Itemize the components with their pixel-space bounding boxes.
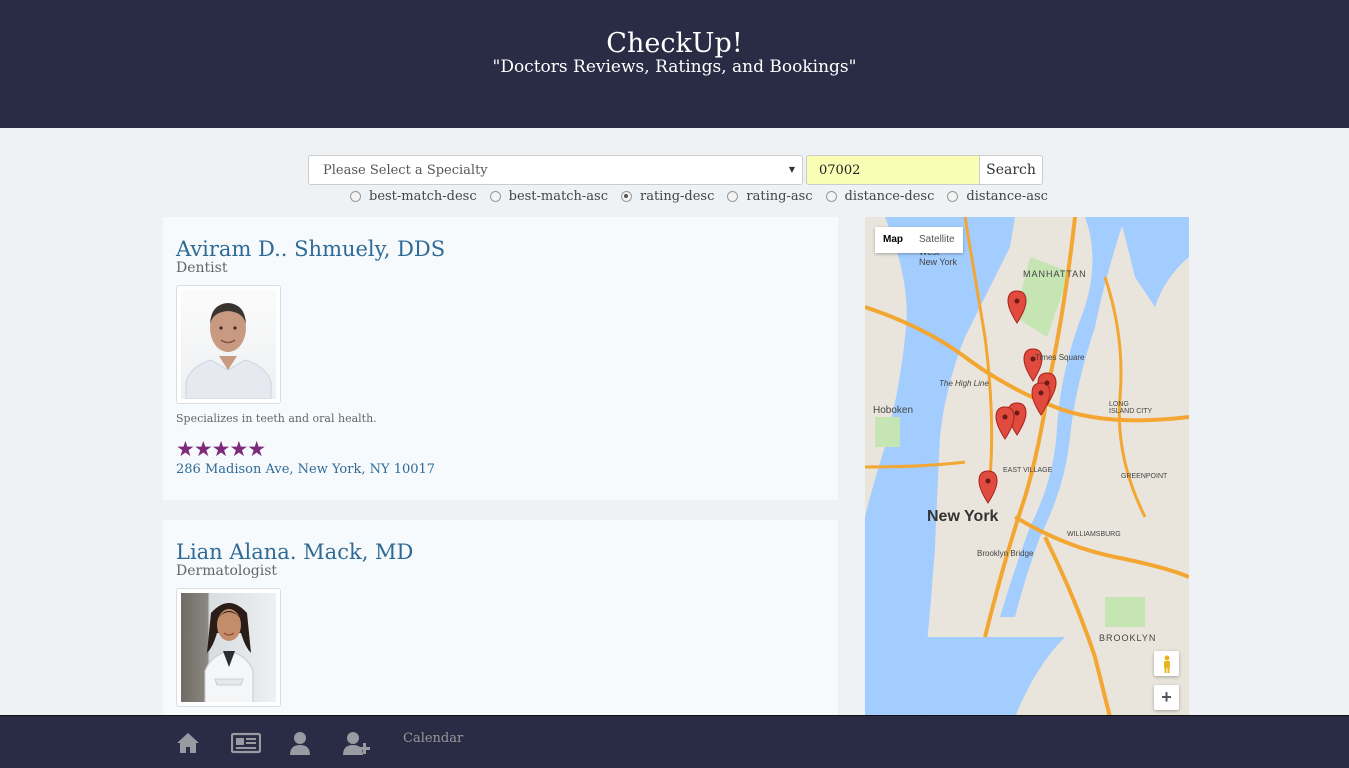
radio-button[interactable] bbox=[825, 190, 837, 202]
doctor-specialty: Dermatologist bbox=[176, 563, 278, 579]
results-map[interactable]: Map Satellite New York MANHATTAN Hoboken… bbox=[865, 217, 1189, 717]
doctor-portrait-image bbox=[181, 290, 276, 399]
sort-option-label: rating-desc bbox=[639, 188, 715, 204]
site-title: CheckUp! bbox=[606, 28, 743, 59]
map-type-control: Map Satellite bbox=[875, 227, 963, 253]
doctor-address-link[interactable]: 286 Madison Ave, New York, NY 10017 bbox=[176, 462, 435, 477]
doctor-photo[interactable] bbox=[176, 285, 281, 404]
sort-option-rating-asc[interactable]: rating-asc bbox=[727, 188, 813, 204]
doctor-photo[interactable] bbox=[176, 588, 281, 707]
map-label-times-square: Times Square bbox=[1035, 353, 1085, 362]
footer-nav: Calendar bbox=[0, 715, 1349, 768]
sort-option-best-match-desc[interactable]: best-match-desc bbox=[350, 189, 477, 204]
map-label-brooklyn: BROOKLYN bbox=[1099, 633, 1157, 643]
map-label-greenpoint: GREENPOINT bbox=[1121, 473, 1168, 480]
site-subtitle: "Doctors Reviews, Ratings, and Bookings" bbox=[492, 57, 857, 77]
map-tab-map[interactable]: Map bbox=[875, 227, 911, 253]
specialty-select-value: Please Select a Specialty bbox=[323, 163, 488, 178]
sort-option-distance-asc[interactable]: distance-asc bbox=[947, 189, 1048, 204]
map-label-city: New York bbox=[927, 508, 999, 525]
map-label-high-line: The High Line bbox=[939, 379, 989, 388]
site-header: CheckUp! "Doctors Reviews, Ratings, and … bbox=[0, 0, 1349, 128]
calendar-link[interactable]: Calendar bbox=[403, 731, 463, 746]
doctor-card: Aviram D.. Shmuely, DDS Dentist Speciali… bbox=[163, 217, 838, 500]
sort-option-distance-desc[interactable]: distance-desc bbox=[825, 188, 935, 204]
specialty-select[interactable]: Please Select a Specialty ▼ bbox=[308, 155, 803, 185]
radio-button[interactable] bbox=[947, 190, 959, 202]
map-label-williamsburg: WILLIAMSBURG bbox=[1067, 531, 1121, 538]
doctor-name-link[interactable]: Lian Alana. Mack, MD bbox=[176, 540, 413, 564]
sort-option-label: rating-asc bbox=[746, 188, 813, 204]
doctor-portrait-image bbox=[181, 593, 276, 702]
search-button[interactable]: Search bbox=[979, 155, 1043, 185]
sort-options: best-match-desc best-match-asc rating-de… bbox=[350, 187, 1061, 205]
doctor-description: Specializes in teeth and oral health. bbox=[176, 412, 377, 425]
zoom-in-button[interactable]: + bbox=[1154, 685, 1179, 710]
radio-button[interactable] bbox=[727, 190, 739, 202]
map-label-manhattan: MANHATTAN bbox=[1023, 269, 1087, 279]
radio-button-checked[interactable] bbox=[620, 190, 632, 202]
map-label-hoboken: Hoboken bbox=[873, 405, 914, 416]
doctor-card: Lian Alana. Mack, MD Dermatologist bbox=[163, 520, 838, 720]
sort-option-label: distance-asc bbox=[966, 188, 1048, 204]
map-tab-satellite[interactable]: Satellite bbox=[911, 227, 963, 253]
zip-input[interactable] bbox=[806, 155, 980, 185]
doctor-specialty: Dentist bbox=[176, 260, 228, 276]
sort-option-rating-desc[interactable]: rating-desc bbox=[620, 188, 715, 204]
sort-option-label: distance-desc bbox=[844, 188, 935, 204]
map-label-brooklyn-bridge: Brooklyn Bridge bbox=[977, 549, 1034, 558]
newspaper-icon[interactable] bbox=[231, 730, 261, 756]
map-label-long-island-city: LONG ISLAND CITY bbox=[1109, 401, 1153, 415]
street-view-pegman-icon[interactable] bbox=[1154, 651, 1179, 676]
add-user-icon[interactable] bbox=[342, 730, 372, 756]
chevron-down-icon: ▼ bbox=[788, 165, 795, 174]
sort-option-label: best-match-asc bbox=[508, 188, 608, 204]
home-icon[interactable] bbox=[176, 730, 200, 756]
user-icon[interactable] bbox=[289, 730, 311, 756]
rating-stars: ★★★★★ bbox=[176, 437, 266, 461]
radio-button[interactable] bbox=[489, 190, 501, 202]
map-label-east-village: EAST VILLAGE bbox=[1003, 467, 1053, 474]
sort-option-best-match-asc[interactable]: best-match-asc bbox=[489, 188, 608, 204]
doctor-name-link[interactable]: Aviram D.. Shmuely, DDS bbox=[176, 237, 445, 261]
radio-button[interactable] bbox=[350, 190, 361, 202]
sort-option-label: best-match-desc bbox=[369, 188, 477, 204]
